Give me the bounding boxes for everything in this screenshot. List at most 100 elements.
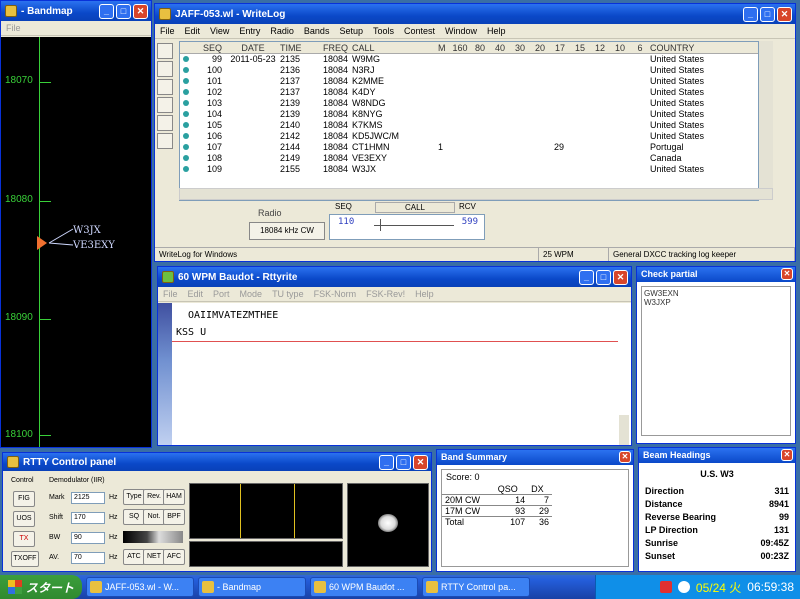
bulb-icon[interactable] [157,115,173,131]
menu-tu-type[interactable]: TU type [272,289,304,299]
menu-file[interactable]: File [163,289,178,299]
print-icon[interactable] [157,97,173,113]
not-button[interactable]: Not. [143,509,165,525]
maximize-button[interactable]: □ [116,3,131,19]
av-select[interactable]: 70 [71,552,105,564]
table-row[interactable]: 106 2142 18084 KD5JWC/M United States [180,131,758,142]
task-writelog[interactable]: JAFF-053.wl - W... [86,577,194,597]
menu-contest[interactable]: Contest [404,26,435,36]
shift-select[interactable]: 170 [71,512,105,524]
bw-select[interactable]: 90 [71,532,105,544]
rev-button[interactable]: Rev. [143,489,165,505]
menu-edit[interactable]: Edit [185,26,201,36]
save-icon[interactable] [157,79,173,95]
new-icon[interactable] [157,43,173,59]
menu-help[interactable]: Help [487,26,506,36]
minimize-button[interactable]: _ [99,3,114,19]
receive-text-area[interactable]: OAIIMVATEZMTHEE KSS U [158,303,631,445]
close-button[interactable]: ✕ [781,449,793,461]
close-button[interactable]: ✕ [413,454,428,470]
menu-file[interactable]: File [6,23,21,33]
table-row[interactable]: 104 2139 18084 K8NYG United States [180,109,758,120]
table-row[interactable]: 105 2140 18084 K7KMS United States [180,120,758,131]
horizontal-scrollbar[interactable] [179,188,773,200]
minimize-button[interactable]: _ [379,454,394,470]
task-rttyrite[interactable]: 60 WPM Baudot ... [310,577,418,597]
uos-button[interactable]: UOS [13,511,35,527]
ham-button[interactable]: HAM [163,489,185,505]
menu-help[interactable]: Help [415,289,434,299]
task-rtty-control[interactable]: RTTY Control pa... [422,577,530,597]
txoff-button[interactable]: TXOFF [11,551,39,567]
check-partial-window[interactable]: Check partial ✕ GW3EXN W3JXP [636,266,796,444]
table-row[interactable]: 109 2155 18084 W3JX United States [180,164,758,175]
afc-button[interactable]: AFC [163,549,185,565]
menu-radio[interactable]: Radio [270,26,294,36]
close-button[interactable]: ✕ [781,268,793,280]
column-header[interactable]: 30 [510,42,530,53]
open-icon[interactable] [157,61,173,77]
writelog-titlebar[interactable]: JAFF-053.wl - WriteLog _ □ ✕ [155,4,795,24]
column-header[interactable]: 160 [450,42,470,53]
text-scrollbar[interactable] [619,415,629,445]
bpf-button[interactable]: BPF [163,509,185,525]
sq-button[interactable]: SQ [123,509,145,525]
maximize-button[interactable]: □ [596,269,611,285]
column-header[interactable]: 20 [530,42,550,53]
menu-view[interactable]: View [210,26,229,36]
column-header[interactable]: SEQ [192,42,226,53]
rttyrite-window[interactable]: 60 WPM Baudot - Rttyrite _ □ ✕ File Edit Por… [157,266,632,446]
menu-fsk-norm[interactable]: FSK-Norm [314,289,357,299]
partial-call[interactable]: W3JXP [644,298,788,307]
tx-button[interactable]: TX [13,531,35,547]
minimize-button[interactable]: _ [743,6,758,22]
minimize-button[interactable]: _ [579,269,594,285]
close-button[interactable]: ✕ [613,269,628,285]
radio-freq-button[interactable]: 18084 kHz CW [249,222,325,240]
qso-entry-field[interactable]: 110 599 [329,214,485,240]
mark-select[interactable]: 2125 [71,492,105,504]
column-header[interactable]: COUNTRY [650,42,730,53]
beam-headings-window[interactable]: Beam Headings ✕ U.S. W3 Direction 311 Dista… [638,447,796,572]
close-button[interactable]: ✕ [619,451,631,463]
bandmap-display[interactable]: 18070 18080 18090 18100 W3JX VE3EXY [1,37,151,447]
menu-tools[interactable]: Tools [373,26,394,36]
task-bandmap[interactable]: - Bandmap [198,577,306,597]
spot-callsign[interactable]: VE3EXY [73,240,115,251]
type-button[interactable]: Type [123,489,145,505]
menu-port[interactable]: Port [213,289,230,299]
menu-file[interactable]: File [160,26,175,36]
fig-button[interactable]: FIG [13,491,35,507]
band-summary-titlebar[interactable]: Band Summary ✕ [437,450,633,465]
check-partial-titlebar[interactable]: Check partial ✕ [637,267,795,282]
menu-fsk-rev-[interactable]: FSK-Rev! [366,289,405,299]
column-header[interactable]: 17 [550,42,570,53]
net-button[interactable]: NET [143,549,165,565]
vertical-scrollbar[interactable] [759,41,773,188]
column-header[interactable]: CALL [352,42,438,53]
table-row[interactable]: 100 2136 18084 N3RJ United States [180,65,758,76]
spot-callsign[interactable]: W3JX [73,225,101,236]
column-header[interactable]: 6 [630,42,650,53]
qso-log-grid[interactable]: SEQ DATE TIME FREQ CALL M 160 80 40 30 20 17 15 12 10 6… [179,41,759,201]
menu-mode[interactable]: Mode [240,289,263,299]
bandmap-window[interactable]: - Bandmap _ □ ✕ File 18070 18080 18090 181… [0,0,152,448]
maximize-button[interactable]: □ [396,454,411,470]
column-header[interactable]: 40 [490,42,510,53]
menu-setup[interactable]: Setup [339,26,363,36]
table-row[interactable]: 108 2149 18084 VE3EXY Canada [180,153,758,164]
column-header[interactable]: 10 [610,42,630,53]
menu-window[interactable]: Window [445,26,477,36]
start-button[interactable]: スタート [0,575,82,599]
table-row[interactable]: 103 2139 18084 W8NDG United States [180,98,758,109]
menu-bands[interactable]: Bands [304,26,330,36]
menu-edit[interactable]: Edit [188,289,204,299]
column-header[interactable]: FREQ [310,42,352,53]
column-header[interactable]: M [438,42,450,53]
maximize-button[interactable]: □ [760,6,775,22]
partial-call[interactable]: GW3EXN [644,289,788,298]
rtty-control-window[interactable]: RTTY Control panel _ □ ✕ Control Demodulat… [2,452,432,572]
column-header[interactable]: 80 [470,42,490,53]
table-row[interactable]: 107 2144 18084 CT1HMN 1 29 Portugal [180,142,758,153]
close-button[interactable]: ✕ [777,6,792,22]
